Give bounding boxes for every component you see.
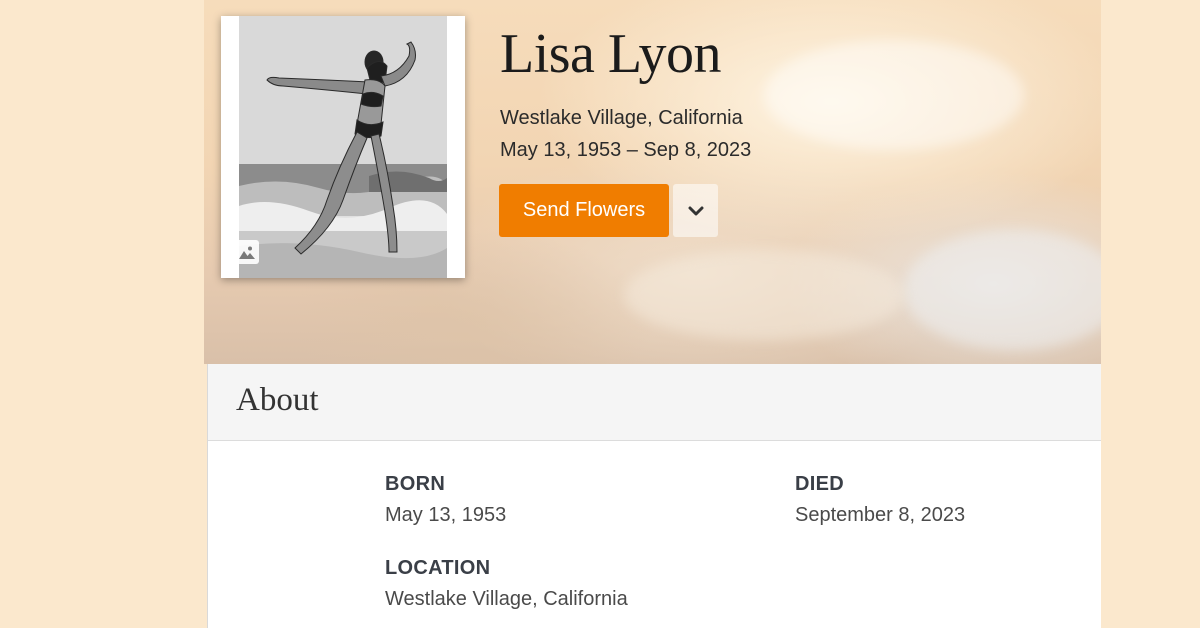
died-value: September 8, 2023 — [795, 504, 966, 526]
deceased-name: Lisa Lyon — [500, 23, 722, 85]
location-label: LOCATION — [385, 557, 491, 579]
born-value: May 13, 1953 — [385, 504, 507, 526]
about-section: About BORN May 13, 1953 DIED September 8… — [207, 364, 1101, 628]
send-flowers-button[interactable]: Send Flowers — [499, 184, 669, 237]
about-title: About — [236, 382, 319, 418]
photo-gallery-icon[interactable] — [235, 240, 259, 264]
hero-banner: Lisa Lyon Westlake Village, California M… — [204, 0, 1101, 364]
more-options-button[interactable] — [673, 184, 718, 237]
profile-photo[interactable] — [221, 16, 465, 278]
about-header: About — [208, 364, 1101, 441]
photo-image — [239, 16, 447, 278]
location-value: Westlake Village, California — [385, 588, 628, 610]
died-label: DIED — [795, 473, 844, 495]
born-label: BORN — [385, 473, 446, 495]
chevron-down-icon — [688, 206, 703, 215]
deceased-location: Westlake Village, California — [500, 107, 743, 129]
life-dates: May 13, 1953 – Sep 8, 2023 — [500, 139, 752, 161]
obituary-page: Lisa Lyon Westlake Village, California M… — [204, 0, 1101, 628]
